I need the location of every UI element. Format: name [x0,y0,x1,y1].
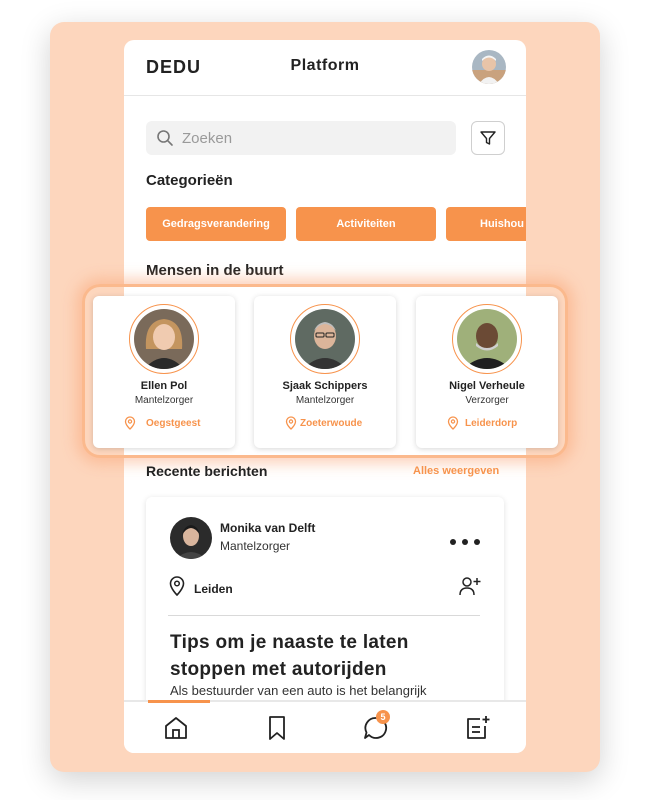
person-card-ellen-pol[interactable]: Ellen Pol Mantelzorger Oegstgeest [93,296,235,448]
bookmark-icon [269,716,285,740]
person-location: Zoeterwoude [300,418,363,429]
categories-title: Categorieën [146,172,233,189]
location-pin-icon [124,416,136,430]
new-post-icon [467,716,490,739]
filter-button[interactable] [471,121,505,155]
person-role: Verzorger [465,395,509,406]
person-card-nigel-verheule[interactable]: Nigel Verheule Verzorger Leiderdorp [416,296,558,448]
user-avatar[interactable] [472,50,506,84]
filter-icon [480,131,496,145]
location-pin-icon [447,416,459,430]
category-chip-huishouden[interactable]: Huishou [446,207,526,241]
person-location: Leiderdorp [465,418,518,429]
location-pin-icon [285,416,297,430]
nav-home[interactable] [162,714,190,742]
top-bar: DEDU Platform [124,40,526,96]
scroll-indicator [148,700,210,703]
post-heading[interactable]: Tips om je naaste te laten stoppen met a… [170,629,480,683]
post-location: Leiden [194,582,233,596]
home-icon [165,717,187,739]
person-photo [129,304,199,374]
post-divider [168,615,480,616]
person-role: Mantelzorger [134,395,194,406]
post-excerpt: Als bestuurder van een auto is het belan… [170,683,427,698]
nav-bookmarks[interactable] [263,714,291,742]
add-user-icon[interactable] [458,575,482,597]
avatar [295,309,355,369]
person-name: Sjaak Schippers [282,380,368,392]
post-author-avatar[interactable] [170,517,212,559]
location-pin-icon [169,576,185,597]
person-role: Mantelzorger [295,395,355,406]
bottom-navigation: 5 [124,700,526,753]
people-title: Mensen in de buurt [146,262,284,279]
person-name: Nigel Verheule [449,380,525,392]
avatar [134,309,194,369]
person-photo [452,304,522,374]
more-icon[interactable] [448,535,484,549]
category-chip-activiteiten[interactable]: Activiteiten [296,207,436,241]
see-all-link[interactable]: Alles weergeven [413,465,499,477]
person-name: Ellen Pol [140,380,188,392]
message-count-badge: 5 [376,710,390,724]
person-photo [290,304,360,374]
recent-posts-title: Recente berichten [146,463,268,479]
post-author-role: Mantelzorger [220,539,291,553]
nav-new-post[interactable] [463,714,491,742]
post-author-name[interactable]: Monika van Delft [220,521,315,535]
category-chips: Gedragsverandering Activiteiten Huishou [146,207,526,243]
page-title: Platform [290,57,360,74]
search-input[interactable] [182,121,442,155]
person-card-sjaak-schippers[interactable]: Sjaak Schippers Mantelzorger Zoeterwoude [254,296,396,448]
nav-messages[interactable]: 5 [362,710,390,742]
person-location: Oegstgeest [146,418,201,429]
avatar [457,309,517,369]
search-bar [146,121,456,155]
search-icon [157,130,173,146]
category-chip-gedragsverandering[interactable]: Gedragsverandering [146,207,286,241]
